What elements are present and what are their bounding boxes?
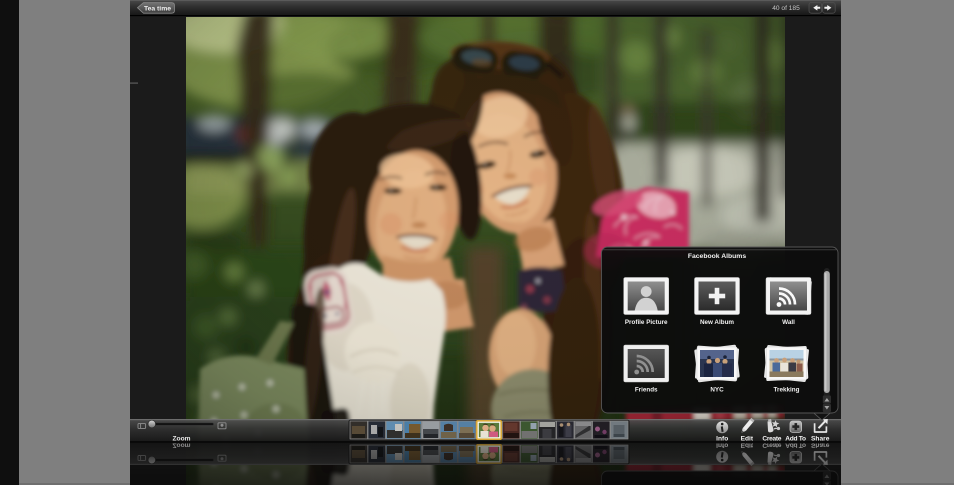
svg-text:Profile Picture: Profile Picture [625,319,668,326]
svg-text:Zoom: Zoom [173,435,191,442]
svg-text:Info: Info [716,435,728,442]
svg-text:Trekking: Trekking [774,387,800,394]
svg-text:New Album: New Album [700,319,734,326]
svg-text:Wall: Wall [782,319,795,326]
svg-text:Facebook Albums: Facebook Albums [688,253,747,260]
svg-text:40 of 185: 40 of 185 [772,5,800,12]
svg-text:Friends: Friends [635,387,658,394]
svg-text:Tea time: Tea time [144,6,171,13]
svg-text:Share: Share [811,435,830,442]
svg-text:Create: Create [762,435,781,442]
svg-text:NYC: NYC [710,387,724,394]
svg-text:Add To: Add To [785,435,806,442]
svg-text:Edit: Edit [741,435,754,442]
